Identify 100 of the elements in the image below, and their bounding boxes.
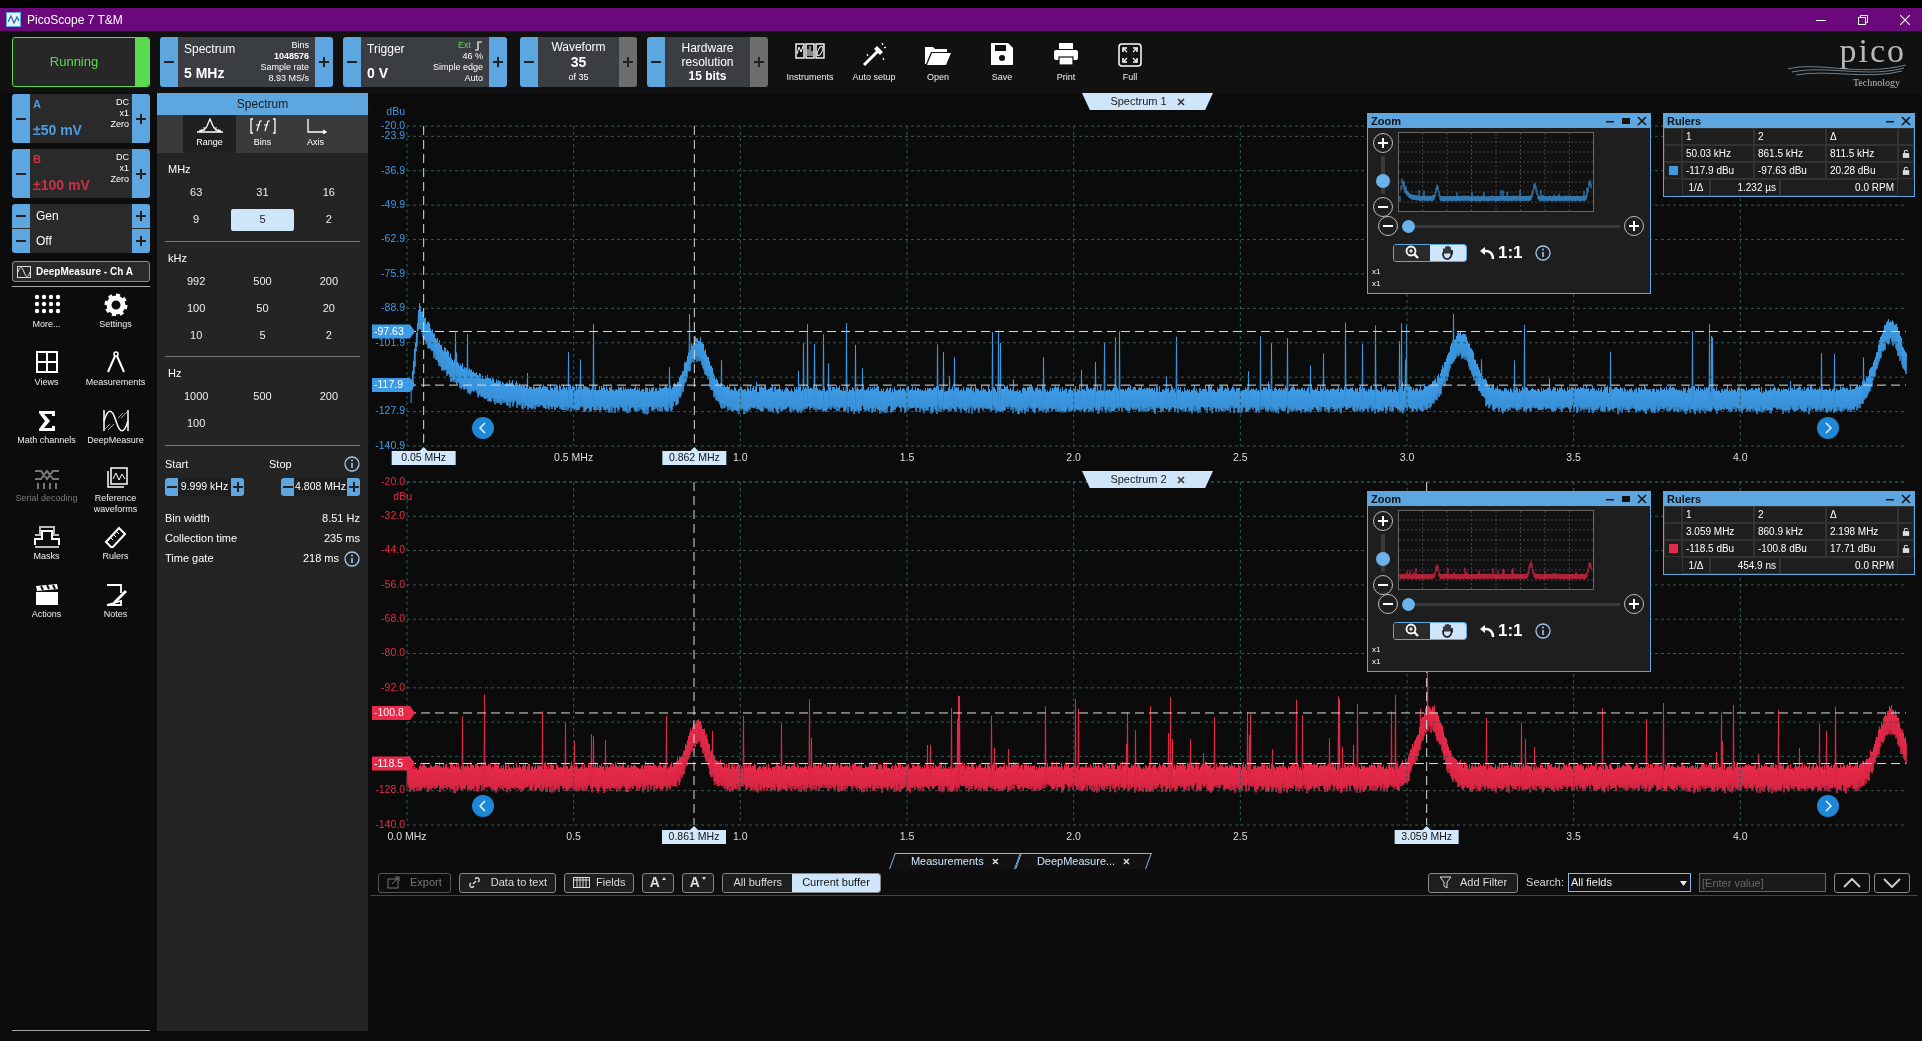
axis-tick-label: 3.5 [1566, 450, 1581, 463]
table-cell: 454.9 ns [1710, 557, 1780, 574]
waveform-count: of 35 [568, 70, 589, 84]
table-cell: 1 [1682, 128, 1754, 145]
axis-tick-label: 1.5 [899, 829, 915, 842]
table-cell: 1.232 µs [1710, 179, 1780, 196]
offset-label: Zero [110, 174, 129, 185]
zoom-factor-label: x1 [1372, 278, 1381, 290]
axis-tick-label: 1.0 [733, 829, 748, 842]
axis-tick-label: -56.0 [381, 577, 405, 590]
stat-value: 8.51 Hz [322, 511, 360, 527]
axis-tick-label: 2.0 [1066, 829, 1081, 842]
axis-tick-label: -62.9 [381, 232, 405, 245]
ref-line-label: 0.861 MHz [668, 830, 720, 843]
trigger-mode: Auto [464, 73, 483, 84]
table-cell: 861.5 kHz [1754, 145, 1826, 162]
resolution-label: Hardware resolution [680, 40, 735, 69]
table-cell: -118.5 dBu [1682, 540, 1754, 557]
offset-label: Zero [110, 119, 129, 130]
start-label: Start [165, 456, 190, 472]
logo-wordmark: pico [1839, 34, 1906, 67]
stat-label: Time gate [165, 551, 215, 567]
trigger-label: Trigger [367, 41, 405, 58]
table-cell: -97.63 dBu [1754, 162, 1826, 179]
waveform-label: Waveform [551, 39, 606, 55]
trigger-value: 0 V [367, 64, 389, 83]
axis-tick-label: 2.5 [1233, 829, 1248, 842]
stat-value: 218 ms [302, 551, 339, 567]
channel-range: ±100 mV [33, 176, 90, 195]
axis-tick-label: 3.0 [1399, 450, 1415, 463]
axis-tick-label: 2.5 [1233, 450, 1248, 463]
axis-tick-label: -88.9 [381, 301, 405, 314]
zoom-factor-label: x1 [1372, 656, 1381, 668]
axis-tick-label: 0.5 [566, 829, 581, 842]
panel-header: Spectrum [157, 93, 368, 115]
unit-label: kHz [167, 250, 188, 266]
coupling-label: DC [116, 97, 129, 108]
stat-value: 235 ms [323, 531, 360, 547]
coupling-label: DC [116, 152, 129, 163]
table-cell: 860.9 kHz [1754, 523, 1826, 540]
zoom-factor-label: x1 [1372, 266, 1381, 278]
stat-label: Collection time [165, 531, 239, 547]
resolution-value: 15 bits [688, 68, 727, 84]
search-label: Search: [1526, 875, 1564, 891]
axis-tick-label: -49.9 [381, 197, 405, 210]
axis-tick-label: -20.0 [381, 118, 405, 131]
axis-tick-label: -32.0 [381, 509, 405, 522]
axis-tick-label: -127.9 [375, 404, 405, 417]
axis-tick-label: -140.0 [375, 817, 405, 830]
axis-tick-label: 0.5 MHz [554, 450, 594, 463]
trigger-type: Simple edge [432, 62, 483, 73]
axis-tick-label: -92.0 [381, 680, 405, 693]
ref-line-label: 0.05 MHz [401, 451, 447, 464]
toolbar-button: Export [378, 872, 451, 893]
axis-tick-label: 3.5 [1566, 829, 1581, 842]
axis-tick-label: -36.9 [381, 163, 405, 176]
window-title: PicoScope 7 T&M [27, 11, 123, 29]
table-cell: -100.8 dBu [1754, 540, 1826, 557]
axis-tick-label: -44.0 [381, 543, 405, 556]
ref-line-label: -97.63 [374, 324, 404, 337]
ref-line-label: -100.8 [374, 706, 404, 719]
table-cell: Δ [1826, 128, 1898, 145]
table-cell: 2 [1754, 128, 1826, 145]
axis-tick-label: 1.5 [899, 450, 915, 463]
axis-tick-label: 4.0 [1733, 829, 1748, 842]
axis-unit-label: dBu [386, 104, 405, 117]
zoom-window: Zoom 1:1 x1 x1 [1367, 113, 1651, 294]
axis-tick-label: -68.0 [381, 612, 405, 624]
table-cell: -117.9 dBu [1682, 162, 1754, 179]
ref-line-label: 0.862 MHz [668, 451, 720, 464]
rulers-window: Rulers 1 2 Δ 50.03 kHz 861.5 kHz 811.5 kHz -117.9 dBu -97.63 dBu 20.28 dBu 1/Δ 1.232 µs 0.0 RPM [1663, 113, 1915, 197]
ref-line-label: -117.9 [374, 378, 404, 391]
mode-value: 5 MHz [184, 64, 226, 83]
bins-label: Bins [291, 40, 309, 51]
table-cell: 20.28 dBu [1826, 162, 1898, 179]
table-cell: Δ [1826, 506, 1898, 523]
table-cell: 0.0 RPM [1780, 179, 1898, 196]
axis-tick-label: -20.0 [381, 474, 405, 487]
axis-tick-label: 4.0 [1733, 450, 1748, 463]
axis-tick-label: 0.0 MHz [387, 829, 427, 842]
axis-tick-label: -128.0 [375, 783, 405, 796]
probe-label: x1 [119, 163, 129, 174]
table-cell: 3.059 MHz [1682, 523, 1754, 540]
axis-tick-label: 1.0 [733, 450, 748, 463]
axis-tick-label: 2.0 [1066, 450, 1081, 463]
table-cell: 2 [1754, 506, 1826, 523]
stat-label: Bin width [165, 511, 211, 527]
unit-label: Hz [167, 366, 183, 381]
generator-value: Off [35, 233, 53, 250]
unit-label: MHz [167, 162, 192, 177]
zoom-window: Zoom 1:1 x1 x1 [1367, 491, 1651, 672]
axis-tick-label: -23.9 [381, 129, 405, 142]
ref-line-label: -118.5 [374, 756, 404, 769]
table-cell: 1/Δ [1682, 557, 1710, 574]
axis-tick-label: -80.0 [381, 646, 405, 659]
zoom-factor-label: x1 [1372, 644, 1381, 656]
axis-tick-label: -75.9 [381, 266, 405, 279]
channel-name: A [33, 97, 42, 112]
bins-value: 1048576 [273, 51, 309, 62]
table-cell: 1/Δ [1682, 179, 1710, 196]
